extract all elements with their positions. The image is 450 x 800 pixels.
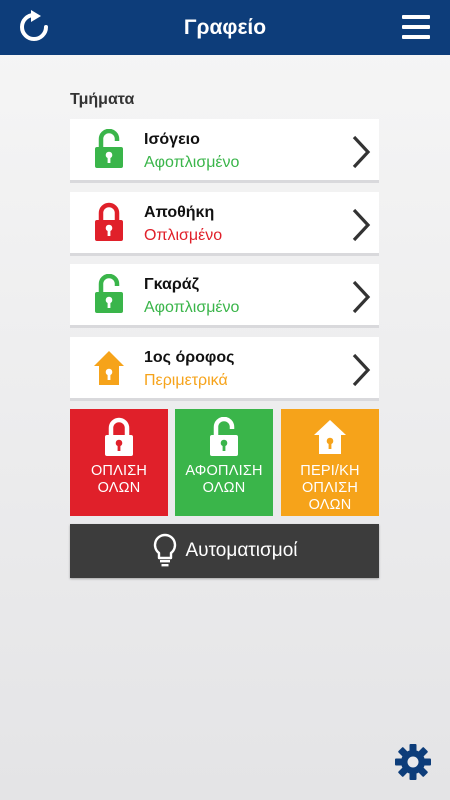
unlocked-padlock-icon [95, 129, 123, 168]
unlocked-padlock-icon [210, 417, 238, 456]
refresh-icon [20, 10, 48, 41]
automations-button[interactable]: Αυτοματισμοί [70, 524, 379, 578]
locked-padlock-icon [105, 417, 133, 456]
page-title: Γραφείο [183, 15, 267, 39]
chevron-right-icon [352, 208, 371, 242]
zone-name: Αποθήκη [144, 204, 215, 221]
top-app-bar: Γραφείο [0, 0, 450, 55]
zone-status: Αφοπλισμένο [144, 154, 240, 171]
zone-name: Γκαράζ [144, 276, 199, 293]
house-icon [314, 420, 346, 454]
arm-all-label: ΟΠΛΙΣΗ ΟΛΩΝ [90, 463, 148, 496]
zone-name: 1ος όροφος [144, 349, 235, 366]
automations-label: Αυτοματισμοί [185, 540, 298, 561]
unlocked-padlock-icon [95, 274, 123, 313]
chevron-right-icon [352, 135, 371, 169]
refresh-button[interactable] [16, 9, 52, 45]
disarm-all-button[interactable]: ΑΦΟΠΛΙΣΗ ΟΛΩΝ [175, 409, 273, 516]
zone-status: Οπλισμένο [144, 227, 223, 244]
arm-all-button[interactable]: ΟΠΛΙΣΗ ΟΛΩΝ [70, 409, 168, 516]
zone-status: Αφοπλισμένο [144, 299, 240, 316]
perimeter-arm-all-button[interactable]: ΠΕΡΙ/ΚΗ ΟΠΛΙΣΗ ΟΛΩΝ [281, 409, 379, 516]
zone-row-1os-orofos[interactable]: 1ος όροφος Περιμετρικά [70, 337, 379, 401]
chevron-right-icon [352, 353, 371, 387]
settings-button[interactable] [394, 743, 432, 781]
zone-row-apothiki[interactable]: Αποθήκη Οπλισμένο [70, 192, 379, 256]
house-icon [94, 351, 124, 385]
disarm-all-label: ΑΦΟΠΛΙΣΗ ΟΛΩΝ [185, 463, 263, 496]
locked-padlock-icon [95, 202, 123, 241]
zone-row-garaz[interactable]: Γκαράζ Αφοπλισμένο [70, 264, 379, 328]
zone-status: Περιμετρικά [144, 372, 228, 389]
lightbulb-icon [153, 533, 176, 567]
menu-button[interactable] [402, 14, 430, 40]
perimeter-arm-all-label: ΠΕΡΙ/ΚΗ ΟΠΛΙΣΗ ΟΛΩΝ [300, 463, 360, 513]
zone-row-isogeio[interactable]: Ισόγειο Αφοπλισμένο [70, 119, 379, 183]
chevron-right-icon [352, 280, 371, 314]
gear-icon [395, 744, 431, 780]
hamburger-menu-icon [402, 15, 430, 39]
zones-heading: Τμήματα [70, 91, 135, 108]
zone-name: Ισόγειο [144, 131, 200, 148]
